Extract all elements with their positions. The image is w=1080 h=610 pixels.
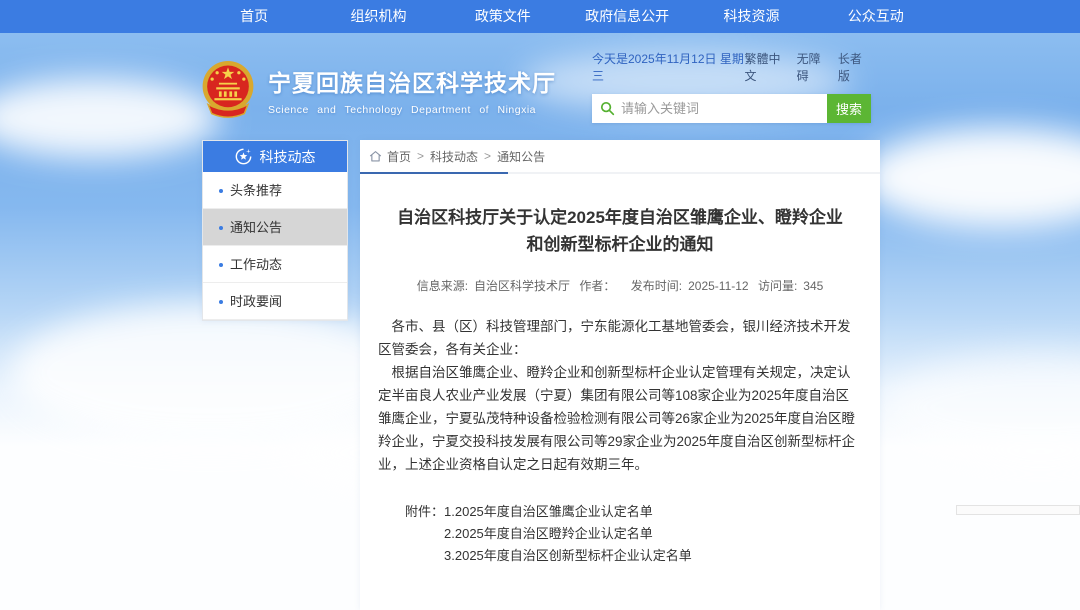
sidebar-menu-item-label: 工作动态 [230, 257, 282, 272]
breadcrumb-item[interactable]: 首页 [387, 148, 411, 165]
content-layout: 科技动态 头条推荐 通知公告 工作动态 时政要闻 [202, 140, 880, 610]
sidebar-menu-item[interactable]: 时政要闻 [203, 283, 347, 320]
nav-item[interactable]: 公众互动 [814, 0, 938, 33]
meta-time-value: 2025-11-12 [688, 279, 749, 293]
breadcrumb: 首页 > 科技动态 > 通知公告 [360, 140, 880, 172]
sidebar-menu-item-label: 通知公告 [230, 220, 282, 235]
star-badge-icon [235, 148, 252, 165]
nav-item[interactable]: 组织机构 [316, 0, 440, 33]
breadcrumb-separator: > [417, 149, 424, 163]
site-title: 宁夏回族自治区科学技术厅 [268, 64, 556, 98]
breadcrumb-accent-line [360, 172, 508, 174]
breadcrumb-item[interactable]: 科技动态 [430, 148, 478, 165]
article-title-line1: 自治区科技厅关于认定2025年度自治区雏鹰企业、瞪羚企业 [378, 204, 862, 231]
attachments-label: 附件： [405, 501, 444, 567]
header-right: 今天是2025年11月12日 星期三 繁體中文 无障碍 长者版 搜索 [592, 50, 871, 123]
meta-source-label: 信息来源: [417, 279, 468, 293]
corner-widget [956, 505, 1080, 515]
today-date-text: 今天是2025年11月12日 星期三 [592, 50, 744, 84]
breadcrumb-separator: > [484, 149, 491, 163]
article-paragraph: 各市、县（区）科技管理部门，宁东能源化工基地管委会，银川经济技术开发区管委会，各… [378, 315, 862, 361]
attachment-link[interactable]: 2.2025年度自治区瞪羚企业认定名单 [444, 523, 692, 545]
article-title: 自治区科技厅关于认定2025年度自治区雏鹰企业、瞪羚企业 和创新型标杆企业的通知 [378, 204, 862, 258]
nav-list: 首页 组织机构 政策文件 政府信息公开 科技资源 公众互动 [192, 0, 938, 33]
home-icon [369, 150, 382, 163]
article-meta: 信息来源: 自治区科学技术厅 作者： 发布时间: 2025-11-12 访问量: 34… [378, 277, 862, 294]
sidebar-menu-item-label: 时政要闻 [230, 294, 282, 309]
sidebar-title: 科技动态 [260, 147, 316, 167]
article-body: 各市、县（区）科技管理部门，宁东能源化工基地管委会，银川经济技术开发区管委会，各… [378, 315, 862, 476]
search-icon [600, 101, 615, 116]
search-button[interactable]: 搜索 [827, 94, 871, 123]
quick-link[interactable]: 繁體中文 [744, 50, 788, 84]
top-nav-bar: 首页 组织机构 政策文件 政府信息公开 科技资源 公众互动 [0, 0, 1080, 33]
meta-time-label: 发布时间: [631, 279, 682, 293]
site-logo-link[interactable]: 宁夏回族自治区科学技术厅 Science and Technology Depa… [199, 59, 556, 121]
quick-links: 繁體中文 无障碍 长者版 [744, 50, 871, 84]
sidebar-menu: 头条推荐 通知公告 工作动态 时政要闻 [203, 172, 347, 320]
sidebar-menu-item[interactable]: 头条推荐 [203, 172, 347, 209]
breadcrumb-divider [360, 172, 880, 174]
sidebar-menu-item[interactable]: 通知公告 [203, 209, 347, 246]
brand-text: 宁夏回族自治区科学技术厅 Science and Technology Depa… [268, 59, 556, 121]
sidebar: 科技动态 头条推荐 通知公告 工作动态 时政要闻 [202, 140, 348, 321]
quick-link[interactable]: 长者版 [838, 50, 871, 84]
meta-views-value: 345 [803, 279, 823, 293]
attachment-link[interactable]: 3.2025年度自治区创新型标杆企业认定名单 [444, 545, 692, 567]
meta-source-value: 自治区科学技术厅 [474, 279, 570, 293]
site-header: 宁夏回族自治区科学技术厅 Science and Technology Depa… [0, 33, 1080, 143]
attachment-link[interactable]: 1.2025年度自治区雏鹰企业认定名单 [444, 501, 692, 523]
meta-author-label: 作者： [579, 279, 615, 293]
sidebar-menu-item[interactable]: 工作动态 [203, 246, 347, 283]
meta-views-label: 访问量: [758, 279, 797, 293]
cloud-decoration [860, 128, 1080, 228]
sidebar-header: 科技动态 [203, 141, 347, 172]
main-panel: 首页 > 科技动态 > 通知公告 自治区科技厅关于认定2025年度自治区雏鹰企业… [360, 140, 880, 610]
attachments-block: 附件： 1.2025年度自治区雏鹰企业认定名单 2.2025年度自治区瞪羚企业认… [405, 501, 862, 567]
header-meta-row: 今天是2025年11月12日 星期三 繁體中文 无障碍 长者版 [592, 50, 871, 84]
nav-item[interactable]: 首页 [192, 0, 316, 33]
cloud-decoration [880, 353, 1080, 463]
national-emblem-icon [199, 59, 257, 121]
nav-item[interactable]: 政策文件 [441, 0, 565, 33]
nav-item[interactable]: 政府信息公开 [565, 0, 689, 33]
article-title-line2: 和创新型标杆企业的通知 [378, 231, 862, 258]
article-paragraph: 根据自治区雏鹰企业、瞪羚企业和创新型标杆企业认定管理有关规定，决定认定半亩良人农… [378, 361, 862, 476]
quick-link[interactable]: 无障碍 [797, 50, 830, 84]
nav-item[interactable]: 科技资源 [689, 0, 813, 33]
search-input[interactable] [621, 101, 819, 116]
breadcrumb-item[interactable]: 通知公告 [497, 148, 545, 165]
search-box [592, 94, 827, 123]
sidebar-menu-item-label: 头条推荐 [230, 183, 282, 198]
attachments-list: 1.2025年度自治区雏鹰企业认定名单 2.2025年度自治区瞪羚企业认定名单 … [444, 501, 692, 567]
site-subtitle: Science and Technology Department of Nin… [268, 104, 556, 116]
search-bar: 搜索 [592, 94, 871, 123]
